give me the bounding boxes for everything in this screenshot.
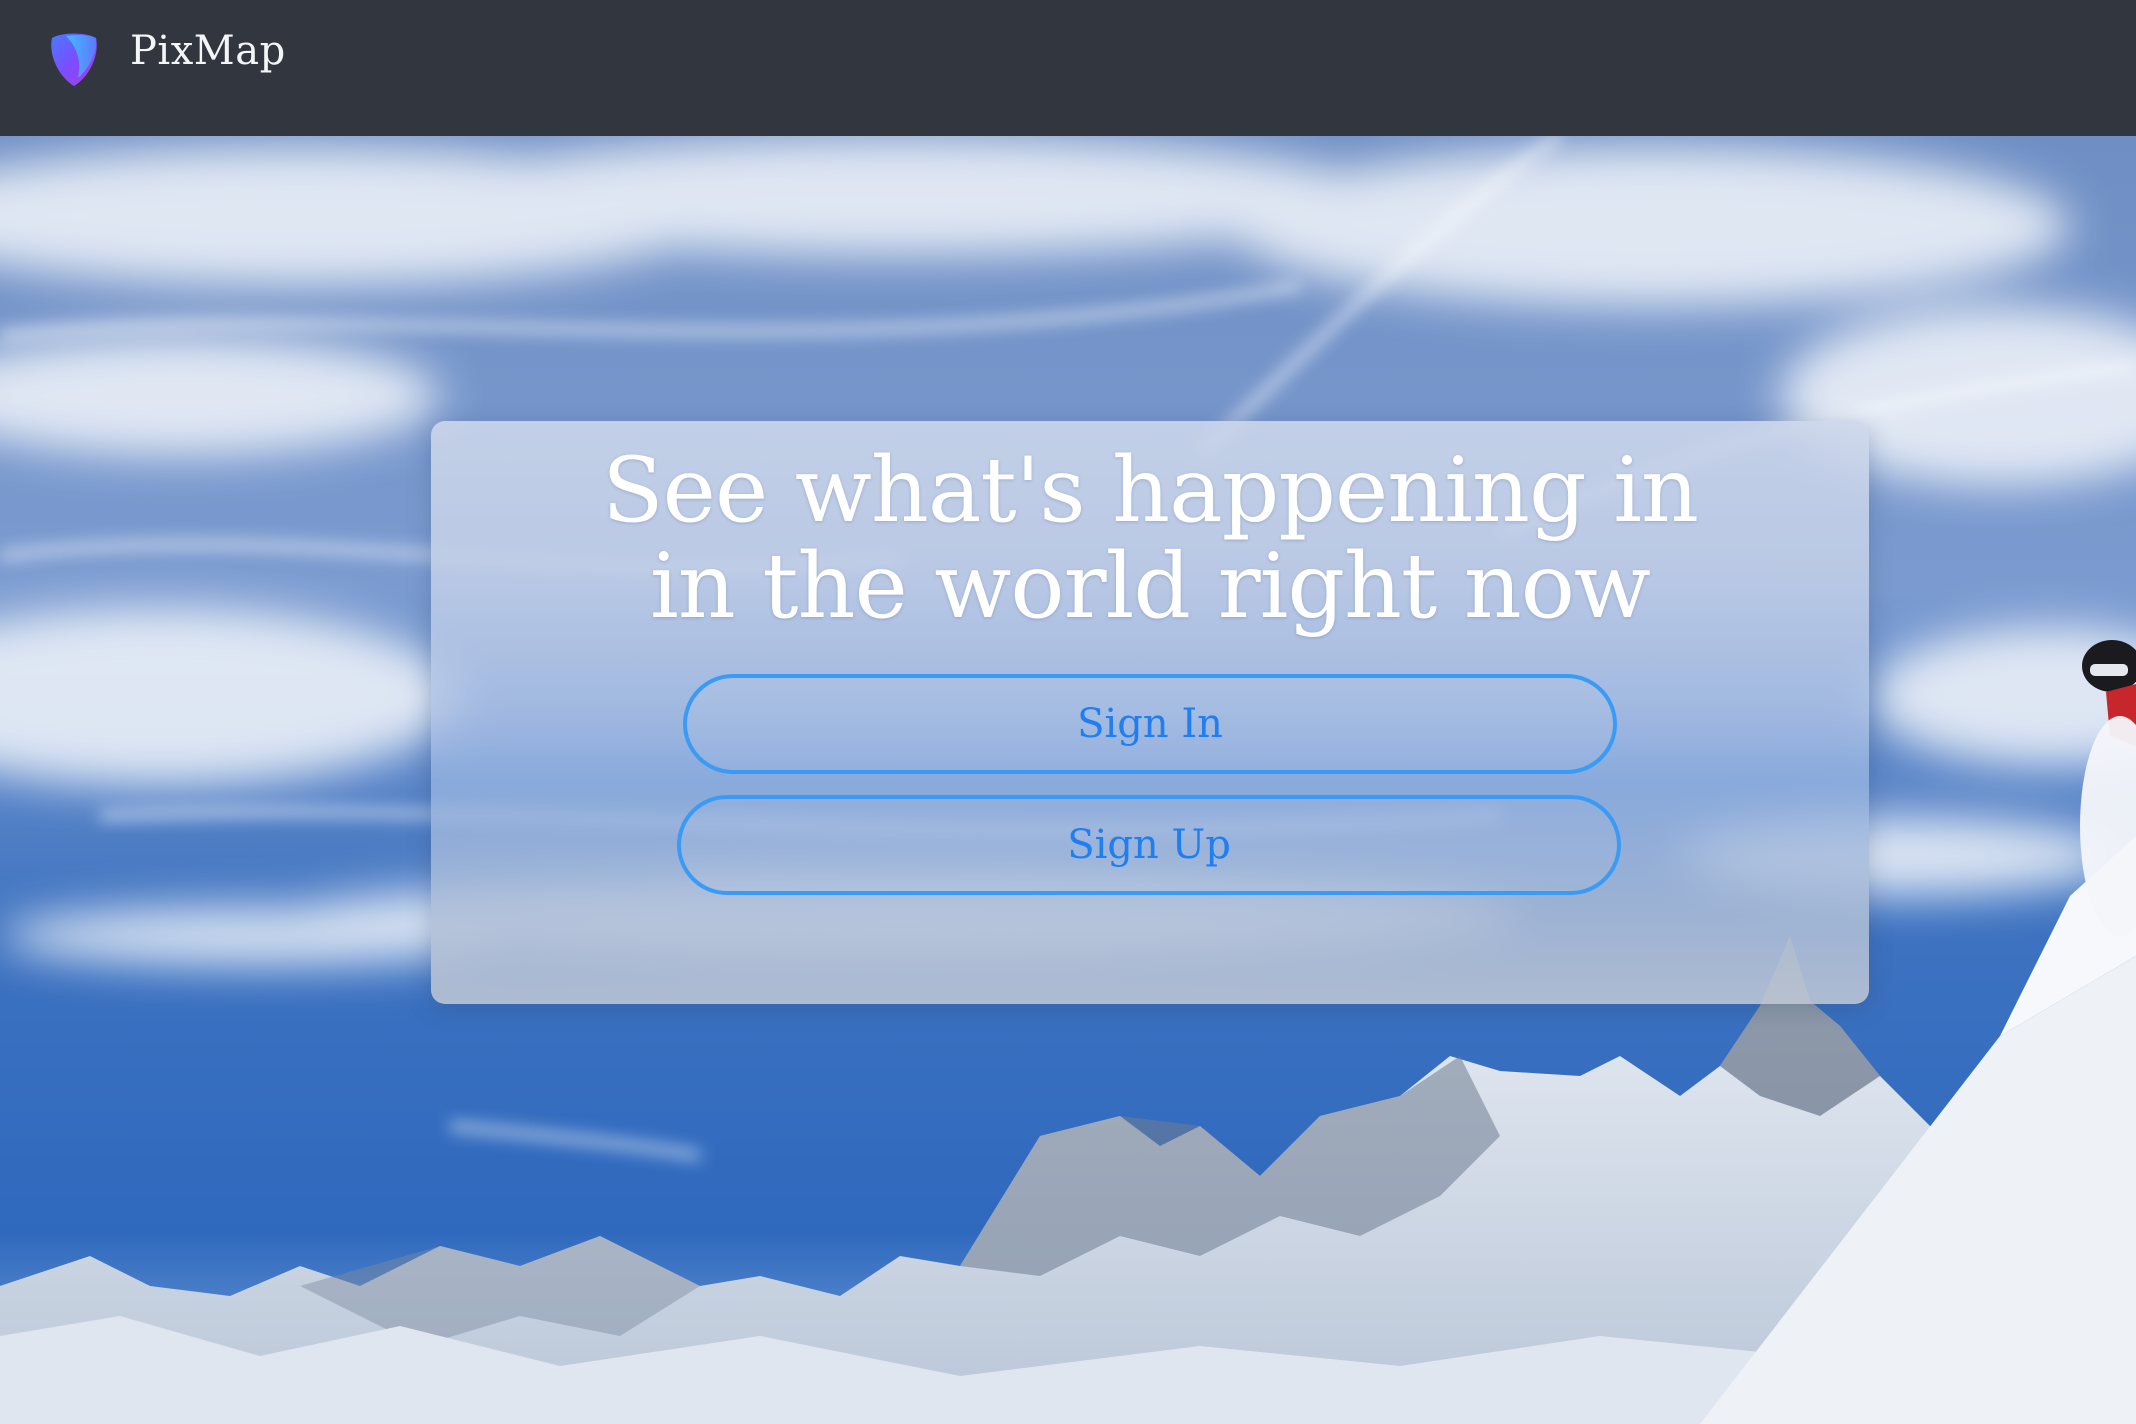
pixmap-logo-icon[interactable] [48,30,100,88]
headline-line-1: See what's happening in [602,438,1699,543]
sign-in-button[interactable]: Sign In [683,674,1617,774]
top-navbar: PixMap [0,0,2136,136]
welcome-card: See what's happening in in the world rig… [431,421,1869,1004]
sign-up-button[interactable]: Sign Up [677,795,1621,895]
hero-headline: See what's happening in in the world rig… [431,443,1869,635]
brand-name[interactable]: PixMap [130,28,286,74]
landing-page: PixMap See what's happening in in the wo… [0,0,2136,1424]
headline-line-2: in the world right now [650,534,1651,639]
